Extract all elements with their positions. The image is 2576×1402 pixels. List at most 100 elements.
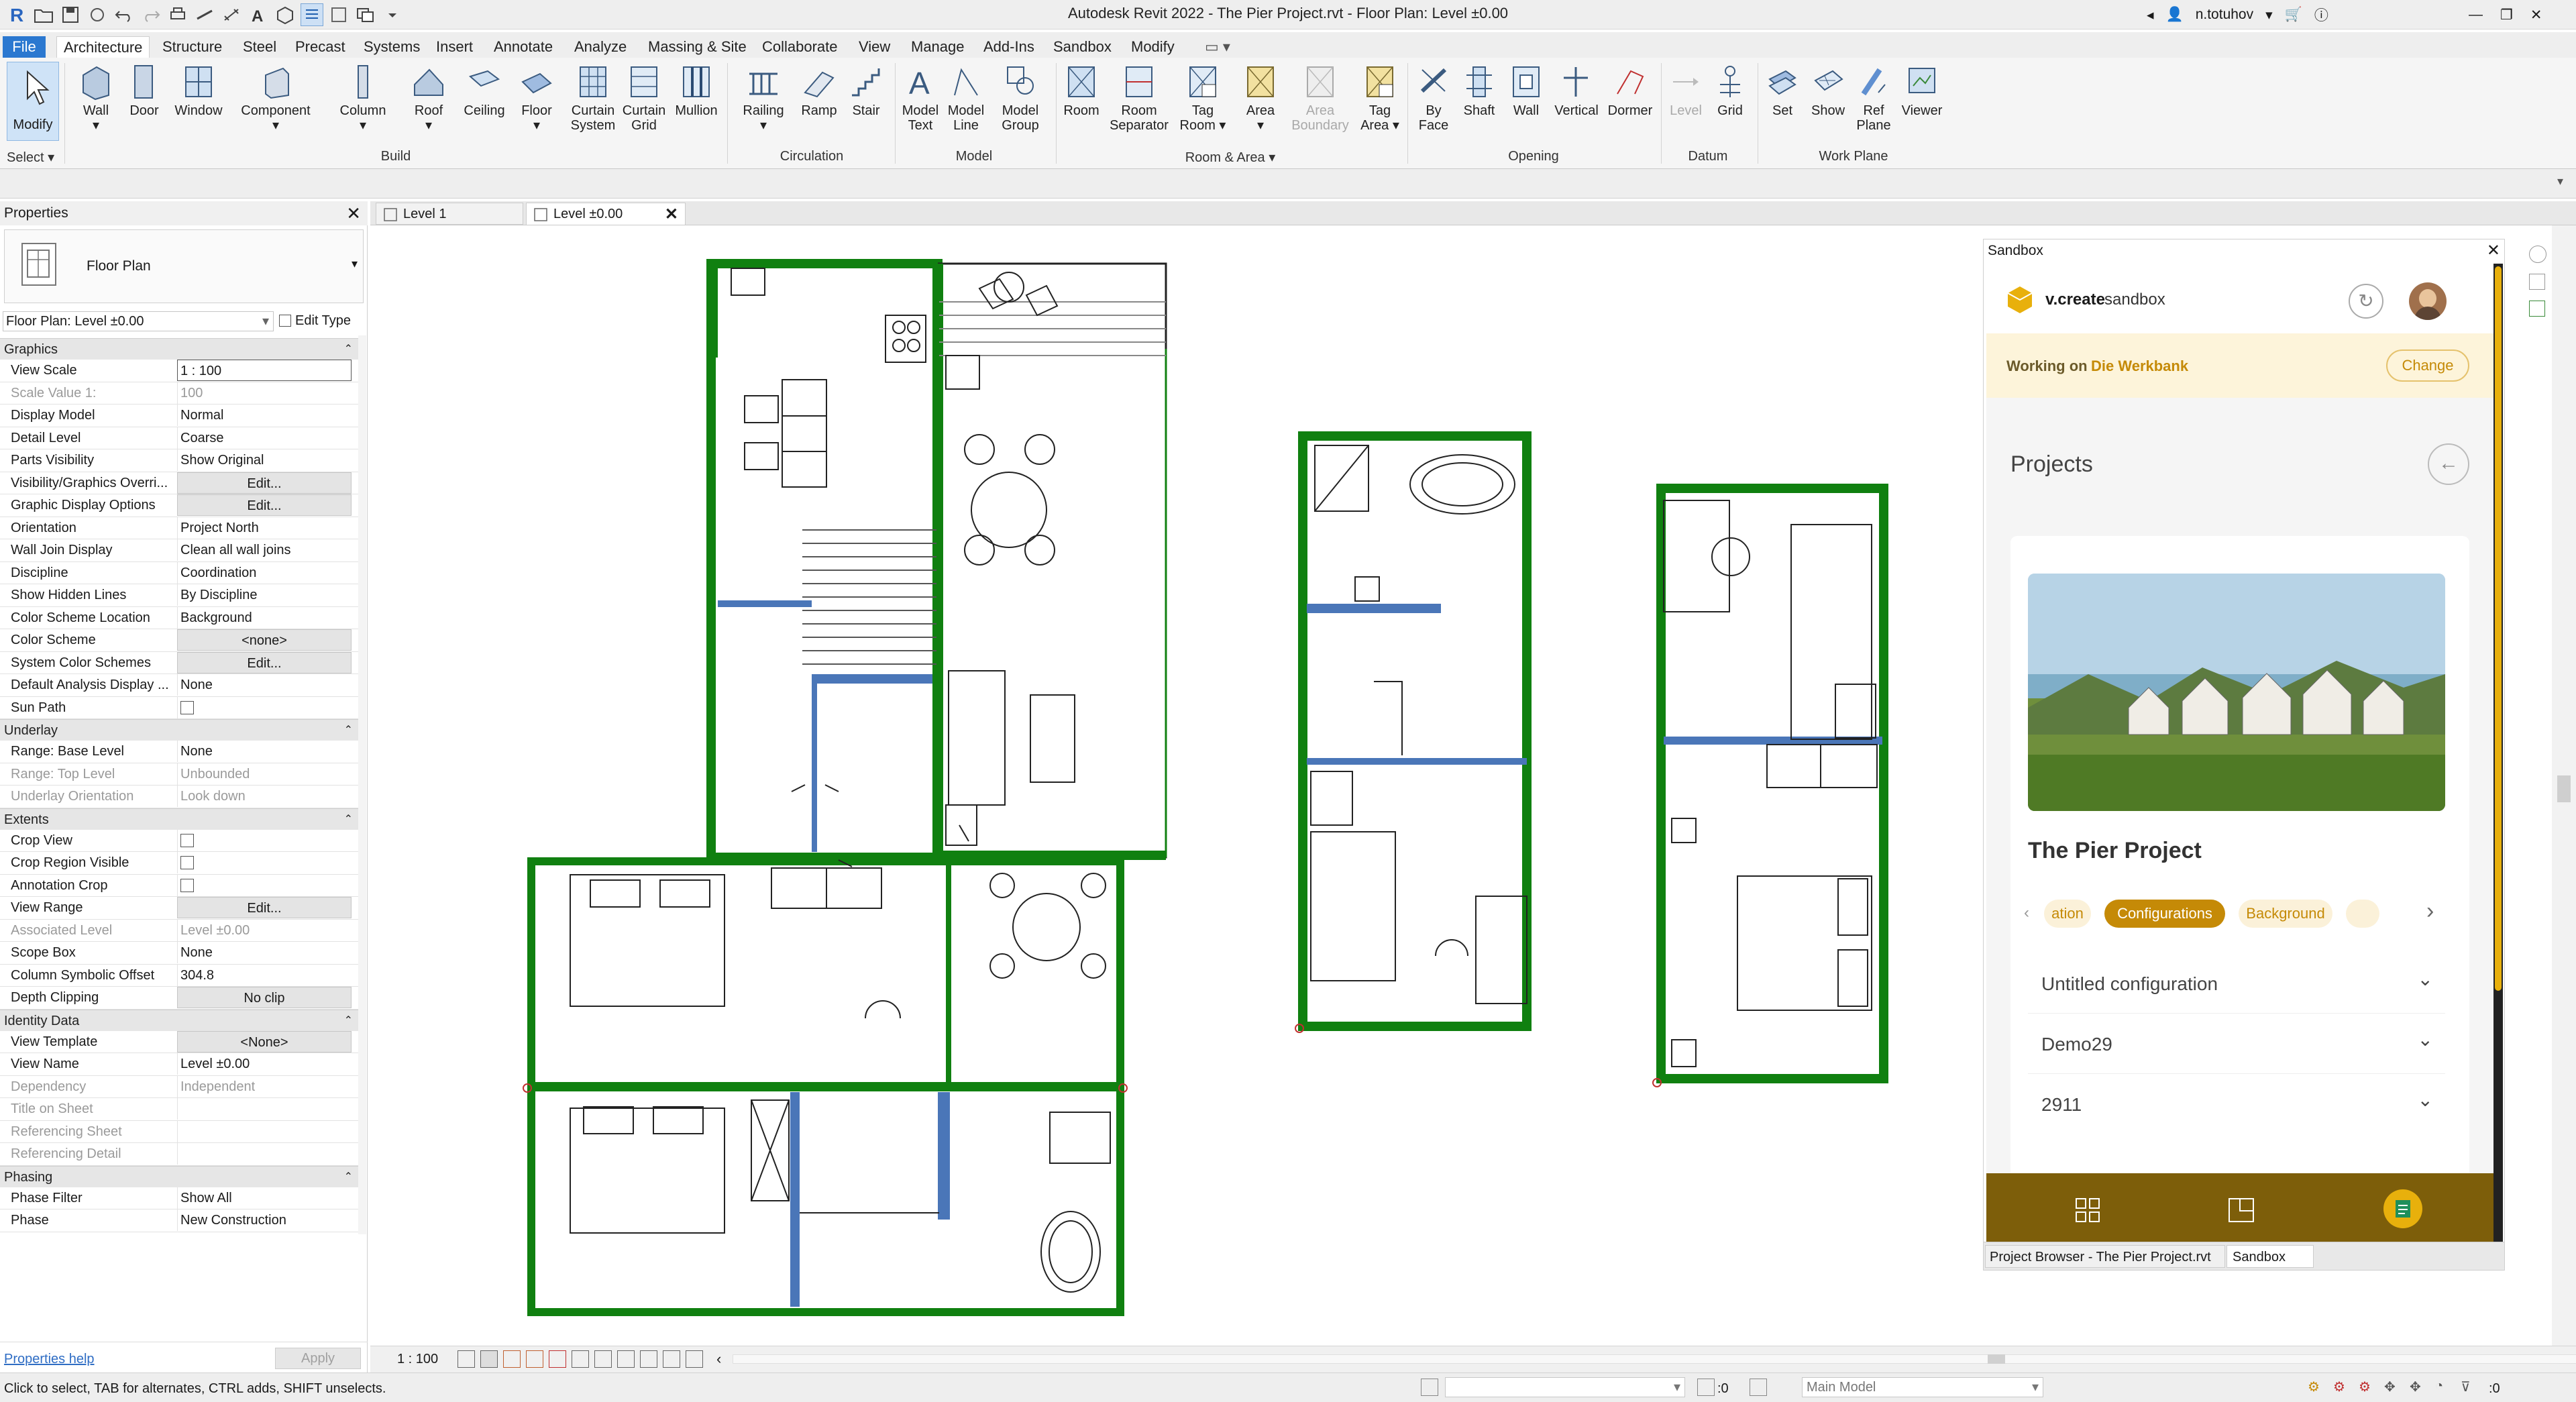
- tab-project-browser[interactable]: Project Browser - The Pier Project.rvt: [1985, 1245, 2225, 1268]
- edit-type-button[interactable]: Edit Type: [279, 311, 365, 331]
- customize-qat-icon[interactable]: [381, 3, 404, 26]
- close-tab-icon[interactable]: ✕: [665, 203, 678, 225]
- wall-button[interactable]: Wall ▾: [72, 60, 119, 148]
- back-arrow-icon[interactable]: ←: [2428, 443, 2469, 485]
- curtain-grid-button[interactable]: Curtain Grid: [619, 60, 669, 148]
- close-hidden-icon[interactable]: [327, 3, 350, 26]
- property-value[interactable]: Normal: [177, 405, 352, 426]
- properties-scrollbar[interactable]: [358, 335, 366, 1234]
- reveal-hidden-icon[interactable]: [617, 1350, 635, 1368]
- column-button[interactable]: Column ▾: [335, 60, 390, 148]
- close-properties-icon[interactable]: ✕: [346, 201, 361, 225]
- property-value[interactable]: 1 : 100: [177, 360, 352, 381]
- help-icon[interactable]: ⓘ: [2314, 5, 2328, 25]
- property-value[interactable]: Edit...: [177, 494, 352, 516]
- tab-level-000[interactable]: Level ±0.00 ✕: [526, 203, 686, 225]
- undo-icon[interactable]: [113, 3, 136, 26]
- wall-opening-button[interactable]: Wall: [1503, 60, 1550, 148]
- account-icon[interactable]: 👤: [2166, 7, 2184, 23]
- canvas-vertical-scrollbar[interactable]: [2552, 225, 2576, 1346]
- property-value[interactable]: <None>: [177, 1030, 352, 1053]
- tab-steel[interactable]: Steel: [236, 36, 283, 58]
- tab-add-ins[interactable]: Add-Ins: [977, 36, 1041, 58]
- visual-style-icon[interactable]: [480, 1350, 498, 1368]
- model-group-button[interactable]: Model Group: [989, 60, 1052, 148]
- close-sandbox-icon[interactable]: ✕: [2487, 239, 2500, 262]
- group-phasing[interactable]: Phasing ⌃: [0, 1165, 358, 1188]
- property-checkbox[interactable]: [180, 833, 194, 847]
- chip-configurations[interactable]: Configurations: [2104, 900, 2225, 928]
- sign-in-arrow-icon[interactable]: ◂: [2147, 7, 2154, 23]
- property-value[interactable]: None: [177, 741, 352, 762]
- tab-sandbox[interactable]: Sandbox: [1046, 36, 1118, 58]
- component-button[interactable]: Component ▾: [239, 60, 313, 148]
- dormer-button[interactable]: Dormer: [1603, 60, 1657, 148]
- property-checkbox[interactable]: [180, 700, 194, 714]
- room-button[interactable]: Room: [1057, 60, 1106, 148]
- floor-button[interactable]: Floor ▾: [513, 60, 561, 148]
- property-checkbox[interactable]: [180, 878, 194, 892]
- property-value[interactable]: <none>: [177, 629, 352, 651]
- active-workset-dropdown[interactable]: ▾: [1445, 1377, 1685, 1397]
- curtain-system-button[interactable]: Curtain System: [568, 60, 619, 148]
- property-value[interactable]: Clean all wall joins: [177, 539, 352, 561]
- aligned-dimension-icon[interactable]: [220, 3, 243, 26]
- select-panel-label[interactable]: Select ▾: [7, 149, 60, 166]
- property-value[interactable]: None: [177, 674, 352, 696]
- viewer-button[interactable]: Viewer: [1896, 60, 1948, 148]
- tab-modify[interactable]: Modify: [1124, 36, 1181, 58]
- type-dropdown-icon[interactable]: ▾: [352, 257, 358, 271]
- crop-view-icon[interactable]: [549, 1350, 566, 1368]
- floor-plan-icon[interactable]: [2228, 1197, 2255, 1223]
- group-graphics[interactable]: Graphics ⌃: [0, 338, 358, 360]
- group-extents[interactable]: Extents ⌃: [0, 808, 358, 830]
- worksets-icon[interactable]: [1421, 1379, 1438, 1396]
- property-value[interactable]: New Construction: [177, 1209, 352, 1231]
- property-value[interactable]: Edit...: [177, 472, 352, 494]
- cart-icon[interactable]: 🛒: [2285, 7, 2302, 23]
- workspace-name[interactable]: Die Werkbank: [2091, 358, 2188, 375]
- modify-button[interactable]: Modify: [7, 62, 59, 141]
- redo-icon[interactable]: [140, 3, 162, 26]
- close-icon[interactable]: ✕: [2530, 7, 2542, 23]
- ramp-button[interactable]: Ramp: [796, 60, 843, 148]
- tab-collaborate[interactable]: Collaborate: [755, 36, 845, 58]
- tab-systems[interactable]: Systems: [357, 36, 427, 58]
- select-pinned-icon[interactable]: ⚙: [2359, 1379, 2375, 1395]
- shadows-icon[interactable]: [526, 1350, 543, 1368]
- save-icon[interactable]: [59, 3, 82, 26]
- collapse-icon[interactable]: ⌃: [344, 720, 353, 741]
- tab-annotate[interactable]: Annotate: [487, 36, 559, 58]
- switch-windows-icon[interactable]: [354, 3, 377, 26]
- drag-elements-icon[interactable]: ✥: [2410, 1379, 2426, 1395]
- select-by-face-icon[interactable]: ✥: [2384, 1379, 2400, 1395]
- select-links-icon[interactable]: ⚙: [2308, 1379, 2324, 1395]
- properties-help-link[interactable]: Properties help: [4, 1352, 95, 1367]
- collapse-icon[interactable]: ⌃: [344, 1010, 353, 1032]
- refresh-icon[interactable]: ↻: [2349, 284, 2383, 319]
- property-value[interactable]: Show All: [177, 1187, 352, 1209]
- property-checkbox[interactable]: [180, 856, 194, 869]
- minimize-icon[interactable]: —: [2469, 7, 2483, 23]
- collapse-icon[interactable]: ⌃: [344, 1167, 353, 1188]
- by-face-button[interactable]: By Face: [1410, 60, 1457, 148]
- model-line-button[interactable]: Model Line: [942, 60, 990, 148]
- ceiling-button[interactable]: Ceiling: [459, 60, 510, 148]
- open-icon[interactable]: [32, 3, 55, 26]
- highlight-displacement-icon[interactable]: [686, 1350, 703, 1368]
- config-item[interactable]: Untitled configuration ⌄: [2028, 953, 2445, 1014]
- maximize-icon[interactable]: ❐: [2500, 7, 2513, 23]
- horizontal-scroll-thumb[interactable]: [1988, 1354, 2005, 1364]
- config-item[interactable]: Demo29 ⌄: [2028, 1014, 2445, 1074]
- zoom-region-icon[interactable]: [2529, 301, 2545, 317]
- tab-precast[interactable]: Precast: [288, 36, 352, 58]
- property-value[interactable]: By Discipline: [177, 584, 352, 606]
- railing-button[interactable]: Railing ▾: [738, 60, 789, 148]
- tab-analyze[interactable]: Analyze: [568, 36, 633, 58]
- print-icon[interactable]: [166, 3, 189, 26]
- room-separator-button[interactable]: Room Separator: [1106, 60, 1173, 148]
- tab-architecture[interactable]: Architecture: [56, 36, 150, 58]
- select-underlay-icon[interactable]: ⚙: [2333, 1379, 2349, 1395]
- avatar[interactable]: [2409, 282, 2447, 320]
- stair-button[interactable]: Stair: [843, 60, 890, 148]
